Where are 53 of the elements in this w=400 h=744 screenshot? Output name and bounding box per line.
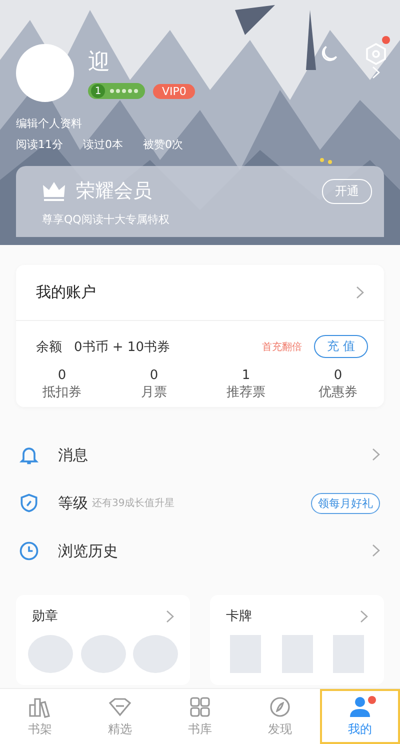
stat-text: 读过0本 — [83, 137, 123, 152]
balance-label: 余额 — [36, 338, 62, 356]
shield-icon — [18, 492, 40, 514]
tab[interactable]: 精选 — [80, 689, 160, 744]
counter-label[interactable]: 推荐票 — [226, 383, 266, 401]
grid-icon — [187, 695, 213, 719]
bookshelf-icon — [27, 695, 53, 719]
stat-text: 被赞0次 — [143, 137, 183, 152]
membership-subtitle: 尊享QQ阅读十大专属特权 — [42, 212, 170, 227]
menu-hint: 还有39成长值升星 — [92, 496, 175, 510]
person-icon — [347, 695, 373, 719]
balance-value: 0书币 + 10书券 — [74, 338, 170, 356]
level-badge: 1 — [88, 83, 145, 99]
medal-placeholder — [80, 635, 126, 673]
membership-title: 荣耀会员 — [76, 179, 153, 204]
counter-label[interactable]: 月票 — [141, 383, 167, 401]
diamond-icon — [107, 695, 133, 719]
edit-profile-link[interactable]: 编辑个人资料 — [16, 117, 82, 130]
counter-value: 0 — [334, 368, 342, 383]
gift-button[interactable]: 领每月好礼 — [311, 492, 380, 514]
chevron-right-icon — [372, 448, 380, 460]
collection-title: 勋章 — [32, 608, 58, 625]
chevron-right-icon — [356, 286, 364, 299]
menu-label[interactable]: 消息 — [58, 446, 88, 464]
medal-placeholder — [28, 635, 73, 673]
promo-text: 首充翻倍 — [262, 340, 302, 354]
collection-title: 卡牌 — [226, 608, 252, 625]
chevron-right-icon — [360, 610, 368, 622]
card-placeholder — [333, 635, 364, 673]
chevron-right-icon — [372, 66, 380, 78]
chevron-right-icon — [372, 544, 380, 556]
counter-value: 1 — [242, 368, 250, 383]
compass-icon — [267, 695, 293, 719]
tab[interactable]: 我的 — [320, 689, 400, 744]
chevron-right-icon — [166, 610, 174, 622]
collection-card[interactable]: 勋章 — [16, 595, 190, 685]
counter-label[interactable]: 抵扣券 — [42, 383, 82, 401]
counter-value: 0 — [150, 368, 158, 383]
crown-icon — [42, 181, 66, 201]
collection-card[interactable]: 卡牌 — [210, 595, 384, 685]
stat-text: 阅读11分 — [16, 137, 63, 152]
clock-icon — [18, 540, 40, 562]
settings-icon[interactable] — [364, 42, 388, 66]
account-title[interactable]: 我的账户 — [36, 283, 96, 302]
counter-value: 0 — [58, 368, 66, 383]
medal-placeholder — [133, 635, 178, 673]
recharge-button[interactable]: 充 值 — [314, 335, 368, 358]
card-placeholder — [230, 635, 261, 673]
counter-label[interactable]: 优惠券 — [318, 383, 358, 401]
menu-label[interactable]: 浏览历史 — [58, 542, 118, 560]
card-placeholder — [282, 635, 312, 673]
menu-label[interactable]: 等级 — [58, 494, 88, 512]
user-name: 迎 — [88, 49, 111, 77]
